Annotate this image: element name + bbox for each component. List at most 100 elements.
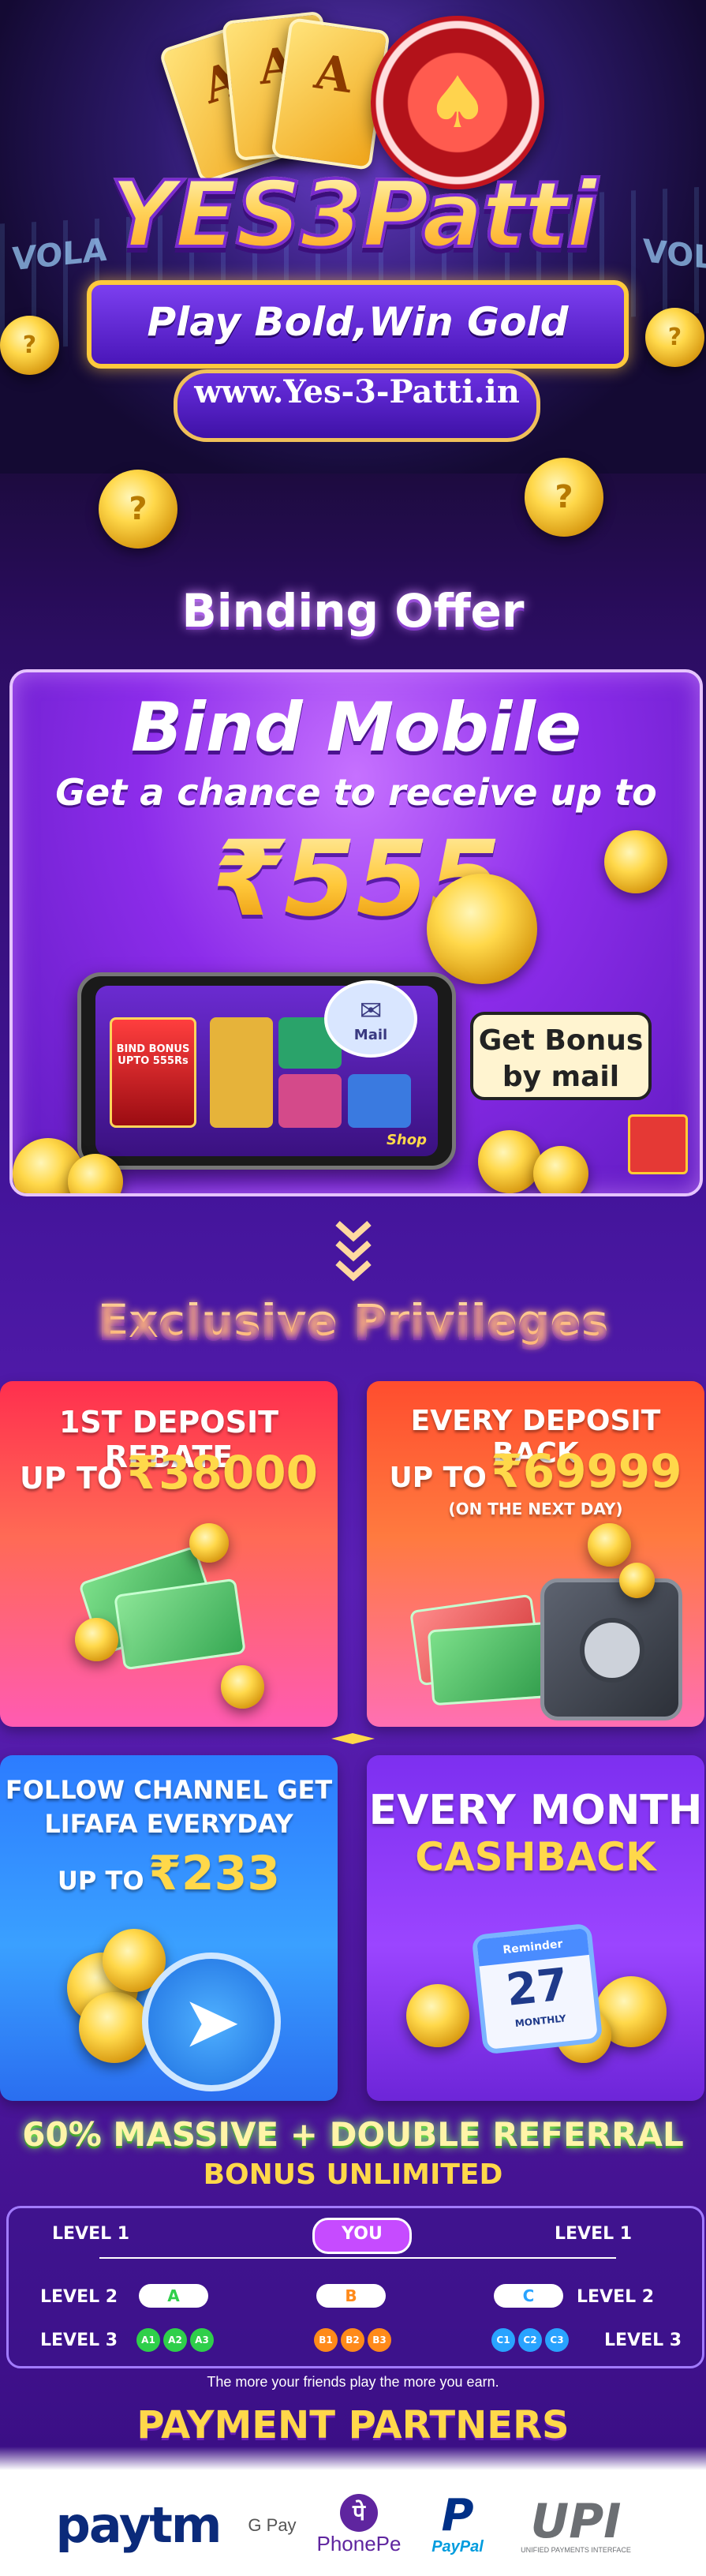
coin-icon: [79, 1992, 150, 2063]
gpay-text: G Pay: [248, 2514, 297, 2535]
safe-icon: [540, 1578, 682, 1720]
sub-node: A1: [136, 2328, 160, 2352]
referral-tree: LEVEL 1 LEVEL 1 YOU LEVEL 2 LEVEL 2 A B …: [6, 2206, 704, 2368]
referral-node-b: B: [316, 2284, 386, 2308]
safe-dial: [580, 1618, 644, 1683]
privilege-card-deposit-back[interactable]: EVERY DEPOSIT BACK UP TO ₹69999 (ON THE …: [367, 1381, 704, 1727]
privilege-card-follow-channel[interactable]: FOLLOW CHANNEL GET LIFAFA EVERYDAY UP TO…: [0, 1755, 338, 2101]
level-2-label-right: LEVEL 2: [577, 2287, 655, 2307]
bind-mobile-subtitle: Get a chance to receive up to: [55, 771, 657, 814]
privilege-prefix: UP TO: [57, 1866, 144, 1896]
bind-mobile-heading: Bind Mobile: [130, 688, 582, 767]
coin-icon: [588, 1523, 631, 1567]
hero-banner: A A A ♠ VOLA VOL ? ? YES3Patti Play Bold…: [0, 0, 706, 474]
coin-icon: [604, 830, 667, 893]
coin-icon: [533, 1146, 588, 1193]
privilege-prefix: UP TO: [20, 1461, 123, 1496]
referral-node-a: A: [139, 2284, 208, 2308]
upi-subtext: UNIFIED PAYMENTS INTERFACE: [521, 2545, 631, 2554]
privilege-amount-row: UP TO ₹38000: [0, 1446, 338, 1500]
coin-icon: ?: [99, 470, 177, 549]
referral-node-c: C: [494, 2284, 563, 2308]
tagline: Play Bold,Win Gold: [147, 299, 569, 345]
privilege-heading: EVERY MONTH: [368, 1787, 703, 1834]
privilege-card-first-deposit[interactable]: 1ST DEPOSIT REBATE UP TO ₹38000: [0, 1381, 338, 1727]
level-3-label-right: LEVEL 3: [604, 2331, 682, 2350]
binding-offer-title: Binding Offer: [181, 584, 525, 638]
privilege-amount-row: UP TO ₹233: [0, 1846, 338, 1901]
website-url-text: www.Yes-3-Patti.in: [194, 373, 520, 410]
game-tile: [348, 1074, 411, 1128]
telegram-icon: ➤: [142, 1953, 281, 2091]
coin-icon: ?: [645, 308, 704, 367]
paytm-text: paytm: [55, 2496, 222, 2554]
phonepe-text: PhonePe: [316, 2532, 402, 2555]
coin-icon: ?: [0, 316, 59, 375]
coin-icon: [406, 1984, 469, 2047]
sub-node: B3: [368, 2328, 391, 2352]
coin-icon: [427, 874, 537, 984]
tagline-banner: Play Bold,Win Gold: [87, 280, 629, 369]
mail-label: Mail: [353, 1026, 388, 1043]
privilege-amount-row: UP TO ₹69999: [367, 1444, 704, 1498]
sub-node: B2: [341, 2328, 364, 2352]
upi-logo: UPI UNIFIED PAYMENTS INTERFACE: [501, 2474, 651, 2576]
privilege-amount: ₹38000: [126, 1446, 318, 1500]
divider-ornament: [331, 1733, 375, 1744]
sub-node: B1: [314, 2328, 338, 2352]
bind-mobile-panel[interactable]: Bind Mobile Get a chance to receive up t…: [9, 669, 703, 1196]
get-bonus-callout: Get Bonus by mail: [470, 1012, 652, 1100]
brand-logo: YES3Patti: [47, 160, 659, 270]
you-node: YOU: [312, 2218, 412, 2254]
sub-node: A2: [163, 2328, 187, 2352]
privilege-heading: FOLLOW CHANNEL GET: [5, 1775, 333, 1805]
referral-title: 60% MASSIVE + DOUBLE REFERRAL: [22, 2115, 684, 2154]
privilege-heading-line2: CASHBACK: [415, 1834, 656, 1880]
envelope-icon: ✉: [359, 994, 383, 1027]
coin-icon: [189, 1523, 229, 1563]
exclusive-privileges-title: Exclusive Privileges: [0, 1294, 706, 1348]
sub-node: C2: [518, 2328, 542, 2352]
gpay-logo: G Pay: [237, 2474, 308, 2576]
website-url[interactable]: www.Yes-3-Patti.in: [174, 369, 540, 442]
privilege-card-monthly-cashback[interactable]: EVERY MONTH CASHBACK Reminder 27 MONTHLY: [367, 1755, 704, 2101]
level-1-label-left: LEVEL 1: [52, 2224, 130, 2244]
sub-node: C1: [491, 2328, 515, 2352]
sub-node: C3: [545, 2328, 569, 2352]
cash-stack-icon: [427, 1621, 556, 1706]
bind-bonus-amount: ₹555: [13, 818, 700, 940]
calendar-icon: Reminder 27 MONTHLY: [471, 1923, 603, 2055]
coin-icon: [75, 1618, 118, 1661]
coin-icon: [619, 1563, 655, 1598]
paypal-logo: P PayPal: [418, 2474, 497, 2576]
tree-connector: [99, 2257, 616, 2259]
phone-bonus-tile: BIND BONUS UPTO 555Rs: [110, 1017, 196, 1128]
phonepe-icon: पे: [340, 2494, 378, 2532]
sub-node: A3: [190, 2328, 214, 2352]
privilege-heading-line2: LIFAFA EVERYDAY: [44, 1809, 293, 1839]
coin-icon: ?: [525, 458, 603, 537]
privilege-amount: ₹233: [148, 1846, 281, 1901]
game-tile: [278, 1074, 342, 1128]
game-tile: [210, 1017, 273, 1128]
paypal-text: PayPal: [431, 2538, 484, 2555]
chevron-down-icon: [335, 1221, 372, 1282]
gift-box-icon: [628, 1114, 688, 1174]
level-1-label-right: LEVEL 1: [555, 2224, 633, 2244]
phonepe-logo: पे PhonePe: [304, 2474, 414, 2576]
privilege-amount: ₹69999: [491, 1444, 682, 1498]
promo-page: A A A ♠ VOLA VOL ? ? YES3Patti Play Bold…: [0, 0, 706, 2576]
level-3-label-left: LEVEL 3: [40, 2331, 118, 2350]
referral-fine-print: The more your friends play the more you …: [207, 2374, 499, 2390]
paypal-icon: P: [441, 2490, 474, 2541]
paytm-logo: paytm: [55, 2474, 222, 2576]
payment-partners-title: PAYMENT PARTNERS: [136, 2403, 570, 2447]
payment-partners-bar: paytm G Pay पे PhonePe P PayPal UPI UNIF…: [0, 2474, 706, 2576]
coin-icon: [478, 1130, 541, 1193]
card-letter: A: [311, 44, 356, 105]
privilege-note: (ON THE NEXT DAY): [448, 1500, 623, 1518]
privilege-prefix: UP TO: [389, 1462, 487, 1494]
referral-subtitle: BONUS UNLIMITED: [203, 2159, 503, 2191]
upi-text: UPI: [530, 2493, 622, 2549]
cash-stack-icon: [114, 1578, 246, 1671]
